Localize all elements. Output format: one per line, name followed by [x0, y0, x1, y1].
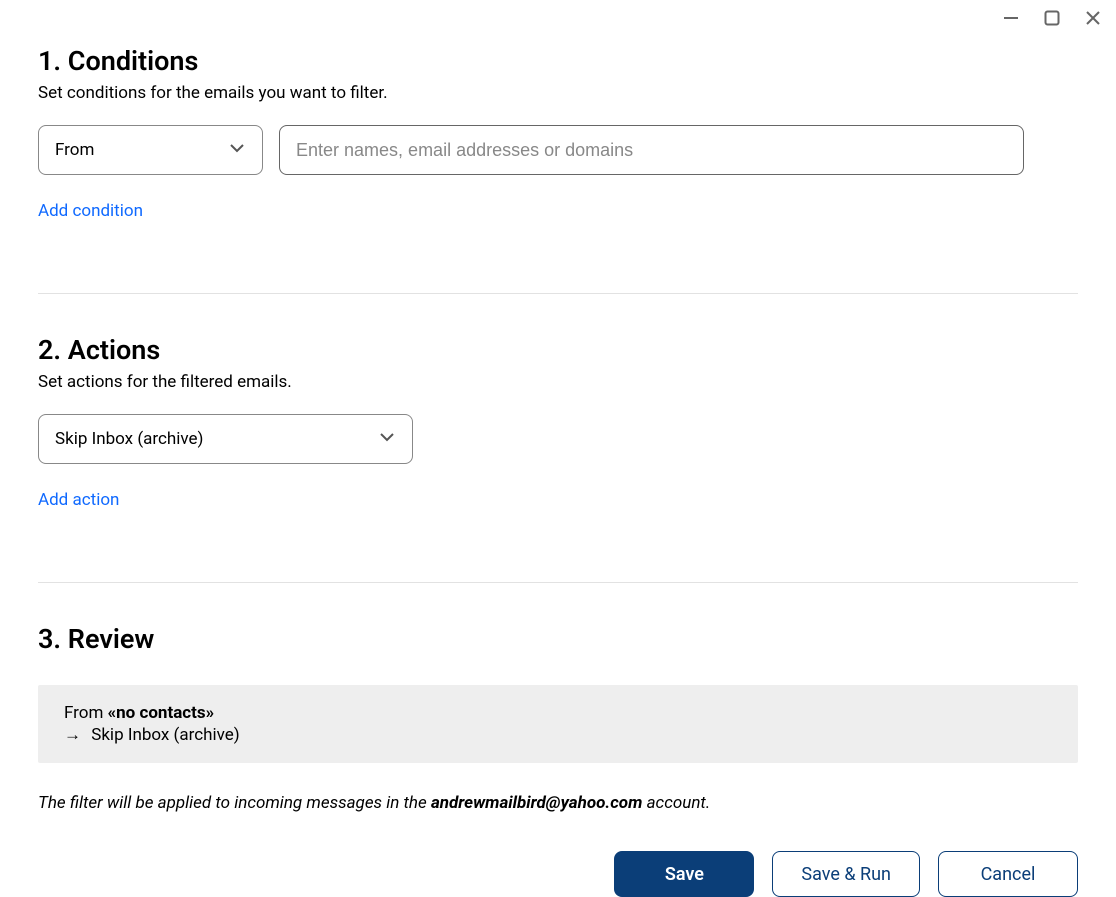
chevron-down-icon [228, 139, 246, 162]
conditions-title: 1. Conditions [38, 45, 1078, 77]
close-icon[interactable] [1085, 10, 1101, 26]
save-run-button[interactable]: Save & Run [772, 851, 920, 897]
actions-title: 2. Actions [38, 334, 1078, 366]
cancel-button[interactable]: Cancel [938, 851, 1078, 897]
arrow-icon: → [64, 725, 81, 745]
account-note: The filter will be applied to incoming m… [38, 793, 1078, 813]
action-select[interactable]: Skip Inbox (archive) [38, 414, 413, 464]
divider [38, 293, 1078, 294]
conditions-desc: Set conditions for the emails you want t… [38, 83, 1078, 103]
divider [38, 582, 1078, 583]
condition-value-input[interactable] [279, 125, 1024, 175]
condition-type-value: From [55, 140, 94, 160]
review-from-line: From «no contacts» [64, 703, 1052, 723]
maximize-icon[interactable] [1044, 10, 1060, 26]
add-action-link[interactable]: Add action [38, 490, 119, 510]
add-condition-link[interactable]: Add condition [38, 201, 143, 221]
review-title: 3. Review [38, 623, 1078, 655]
action-value: Skip Inbox (archive) [55, 429, 203, 449]
review-summary-box: From «no contacts» → Skip Inbox (archive… [38, 685, 1078, 763]
save-button[interactable]: Save [614, 851, 754, 897]
review-action-line: → Skip Inbox (archive) [64, 725, 1052, 745]
condition-type-select[interactable]: From [38, 125, 263, 175]
minimize-icon[interactable] [1003, 10, 1019, 26]
chevron-down-icon [378, 428, 396, 451]
actions-desc: Set actions for the filtered emails. [38, 372, 1078, 392]
